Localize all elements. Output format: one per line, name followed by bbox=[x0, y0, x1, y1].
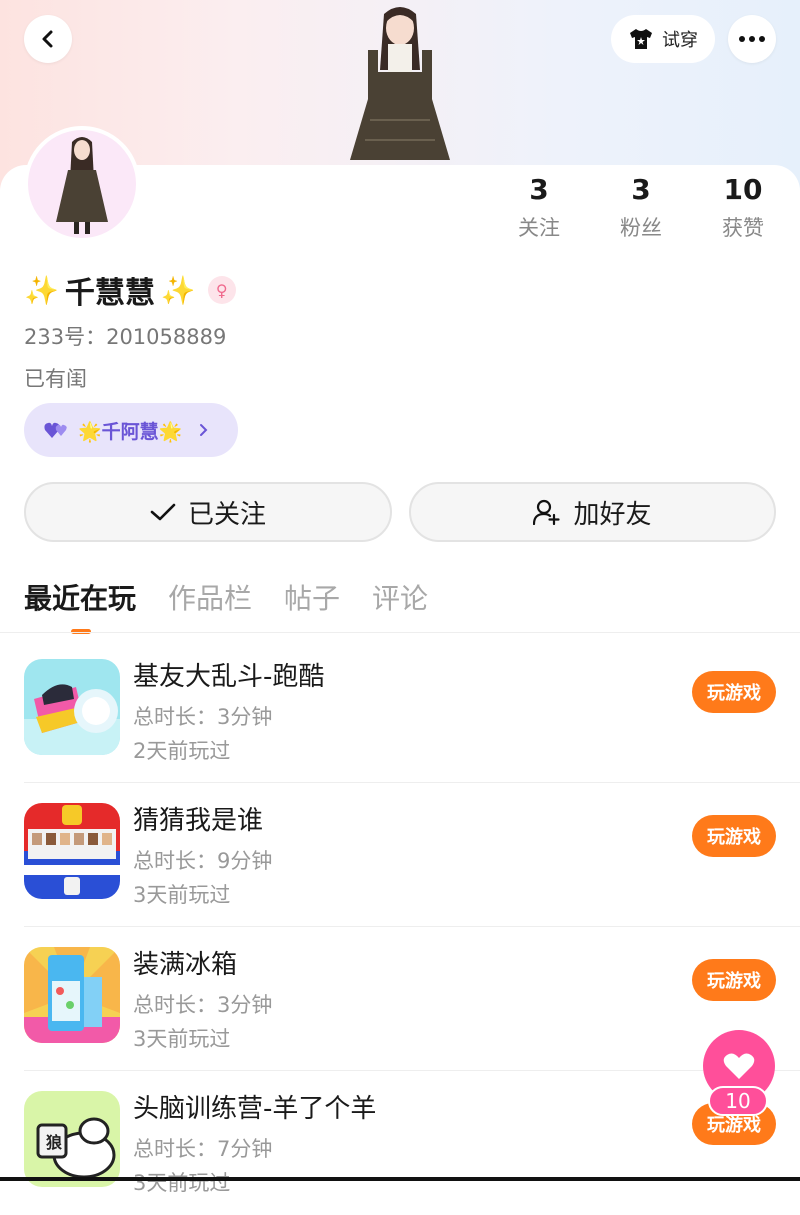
game-duration: 总时长：7分钟 bbox=[133, 1137, 273, 1161]
game-list-item[interactable]: 基友大乱斗-跑酷 总时长：3分钟 2天前玩过 玩游戏 bbox=[0, 639, 800, 783]
game-title: 基友大乱斗-跑酷 bbox=[133, 662, 325, 692]
user-bio: 已有闺 bbox=[24, 367, 87, 391]
followed-label: 已关注 bbox=[187, 499, 266, 530]
divider bbox=[0, 632, 800, 633]
relationship-badge[interactable]: 🌟千阿慧🌟 bbox=[24, 403, 238, 457]
stat-likes[interactable]: 10 获赞 bbox=[698, 172, 788, 242]
play-game-button[interactable]: 玩游戏 bbox=[692, 959, 776, 1001]
shirt-icon bbox=[630, 29, 652, 49]
female-gender-icon: ♀ bbox=[207, 276, 236, 304]
double-heart-icon bbox=[44, 422, 67, 438]
stat-value: 3 bbox=[529, 173, 549, 206]
game-duration: 总时长：9分钟 bbox=[133, 849, 273, 873]
play-game-button[interactable]: 玩游戏 bbox=[692, 671, 776, 713]
relationship-name: 🌟千阿慧🌟 bbox=[78, 420, 183, 443]
add-friend-button[interactable]: 加好友 bbox=[409, 482, 776, 542]
try-on-label: 试穿 bbox=[662, 30, 698, 51]
game-last-played: 3天前玩过 bbox=[133, 1171, 231, 1195]
stat-fans[interactable]: 3 粉丝 bbox=[596, 172, 686, 242]
game-icon-fridge bbox=[24, 947, 120, 1043]
stat-following[interactable]: 3 关注 bbox=[494, 172, 584, 242]
back-button[interactable] bbox=[24, 15, 72, 63]
tab-comments[interactable]: 评论 bbox=[372, 576, 428, 622]
stat-label: 关注 bbox=[518, 216, 560, 240]
play-game-button[interactable]: 玩游戏 bbox=[692, 815, 776, 857]
stat-label: 获赞 bbox=[722, 216, 764, 240]
game-title: 头脑训练营-羊了个羊 bbox=[133, 1094, 377, 1124]
like-count-badge: 10 bbox=[708, 1086, 768, 1116]
game-duration: 总时长：3分钟 bbox=[133, 705, 273, 729]
tab-recently-played[interactable]: 最近在玩 bbox=[24, 576, 136, 634]
game-icon-sheep: 狼 bbox=[24, 1091, 120, 1187]
game-list-item[interactable]: 狼 头脑训练营-羊了个羊 总时长：7分钟 3天前玩过 玩游戏 bbox=[0, 1071, 800, 1215]
bottom-edge bbox=[0, 1177, 800, 1181]
add-friend-label: 加好友 bbox=[573, 499, 652, 530]
game-last-played: 2天前玩过 bbox=[133, 739, 231, 763]
try-on-button[interactable]: 试穿 bbox=[611, 15, 715, 63]
chevron-right-icon bbox=[200, 424, 208, 436]
wolf-character-label: 狼 bbox=[46, 1133, 63, 1152]
stat-value: 3 bbox=[631, 173, 651, 206]
check-icon bbox=[150, 503, 176, 521]
avatar[interactable] bbox=[24, 126, 140, 242]
heart-icon bbox=[723, 1053, 755, 1079]
game-list-item[interactable]: 装满冰箱 总时长：3分钟 3天前玩过 玩游戏 bbox=[0, 927, 800, 1071]
sparkle-icon: ✨ bbox=[24, 273, 59, 307]
chevron-left-icon bbox=[42, 30, 53, 48]
stat-value: 10 bbox=[723, 173, 763, 206]
sparkle-icon: ✨ bbox=[160, 273, 196, 307]
game-last-played: 3天前玩过 bbox=[133, 883, 231, 907]
game-title: 装满冰箱 bbox=[133, 950, 238, 980]
add-user-icon bbox=[533, 499, 561, 525]
more-dots-icon bbox=[739, 36, 765, 42]
username: 千慧慧 bbox=[64, 276, 155, 311]
game-icon-guess-who bbox=[24, 803, 120, 899]
game-duration: 总时长：3分钟 bbox=[133, 993, 273, 1017]
followed-button[interactable]: 已关注 bbox=[24, 482, 392, 542]
user-id: 233号：201058889 bbox=[24, 325, 227, 349]
profile-tabs: 最近在玩 作品栏 帖子 评论 bbox=[24, 576, 428, 634]
game-title: 猜猜我是谁 bbox=[133, 806, 264, 836]
avatar-image bbox=[56, 137, 108, 234]
avatar-figure bbox=[350, 7, 450, 160]
more-button[interactable] bbox=[728, 15, 776, 63]
game-last-played: 3天前玩过 bbox=[133, 1027, 231, 1051]
username-row: ✨ 千慧慧 ✨ ♀ bbox=[24, 268, 236, 312]
game-icon-parkour bbox=[24, 659, 120, 755]
tab-works[interactable]: 作品栏 bbox=[168, 576, 252, 622]
stat-label: 粉丝 bbox=[620, 216, 662, 240]
tab-posts[interactable]: 帖子 bbox=[284, 576, 340, 622]
game-list-item[interactable]: 猜猜我是谁 总时长：9分钟 3天前玩过 玩游戏 bbox=[0, 783, 800, 927]
